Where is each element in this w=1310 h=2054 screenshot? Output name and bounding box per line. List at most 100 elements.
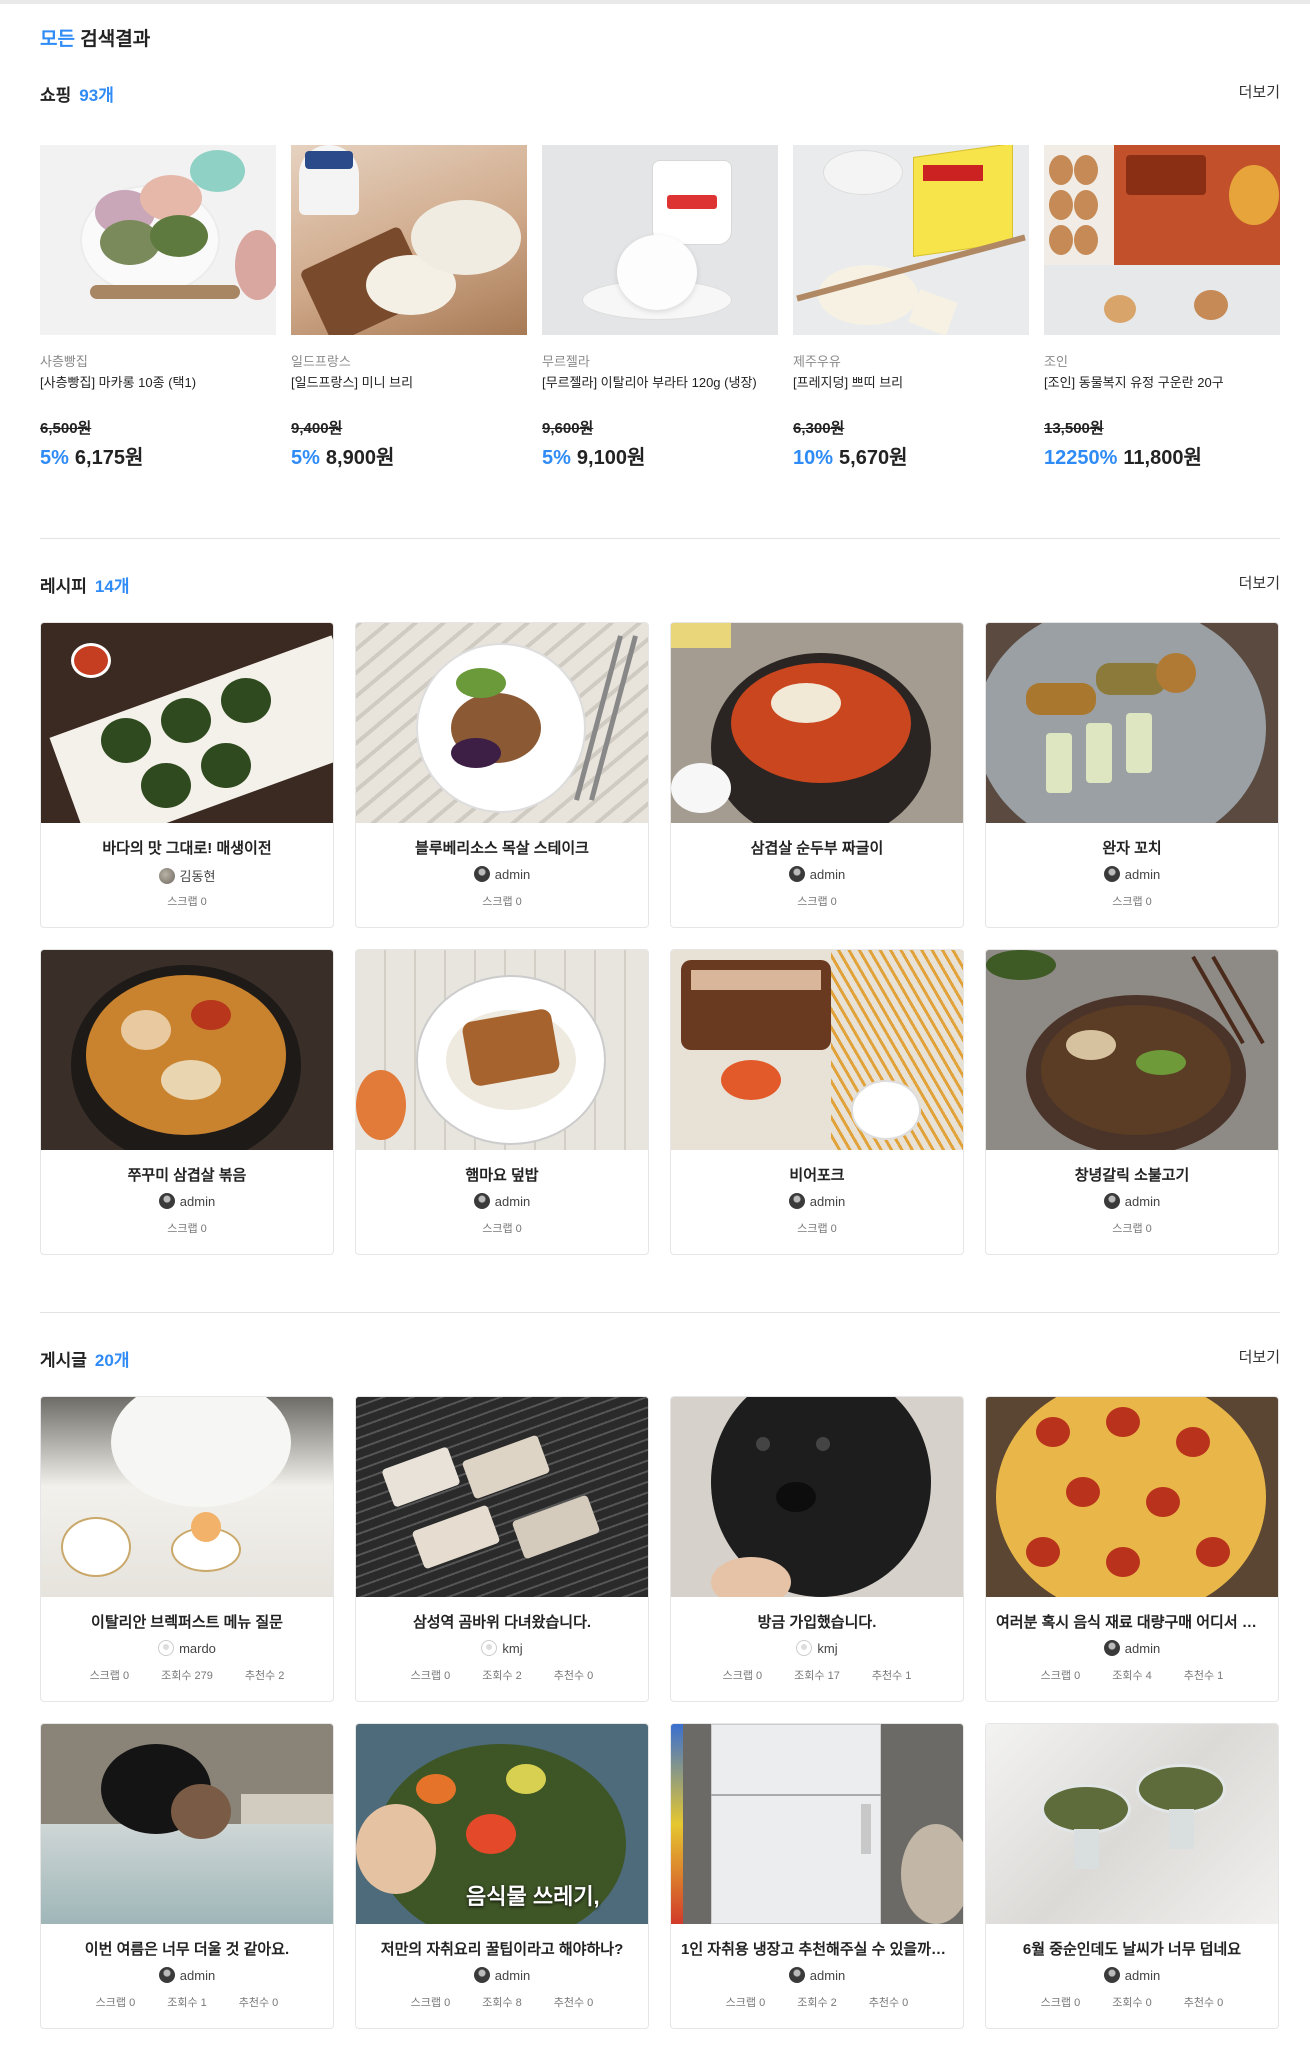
- post-title[interactable]: 방금 가입했습니다.: [681, 1611, 953, 1632]
- post-card[interactable]: 이탈리안 브렉퍼스트 메뉴 질문 mardo 스크랩 0 조회수 279 추천수 2: [40, 1396, 334, 1702]
- post-card[interactable]: 방금 가입했습니다. kmj 스크랩 0 조회수 17 추천수 1: [670, 1396, 964, 1702]
- scrap-count: 스크랩 0: [1112, 896, 1152, 908]
- post-title[interactable]: 6월 중순인데도 날씨가 너무 덥네요: [996, 1938, 1268, 1959]
- author-name: admin: [1124, 866, 1161, 882]
- product-card[interactable]: 무르젤라 [무르젤라] 이탈리아 부라타 120g (냉장) 9,600원 5%…: [542, 145, 778, 475]
- product-card[interactable]: 제주우유 [프레지덩] 쁘띠 브리 6,300원 10% 5,670원: [793, 145, 1029, 475]
- recipe-card[interactable]: 햄마요 덮밥 admin 스크랩 0: [355, 949, 649, 1255]
- product-name[interactable]: [무르젤라] 이탈리아 부라타 120g (냉장): [542, 372, 778, 391]
- post-title[interactable]: 삼성역 곰바위 다녀왔습니다.: [366, 1611, 638, 1632]
- product-name[interactable]: [사층빵집] 마카롱 10종 (택1): [40, 372, 276, 391]
- scrap-count: 스크랩 0: [725, 1997, 766, 2009]
- recipe-title[interactable]: 햄마요 덮밥: [366, 1164, 638, 1185]
- post-card[interactable]: 이번 여름은 너무 더울 것 같아요. admin 스크랩 0 조회수 1 추천수 …: [40, 1723, 334, 2029]
- like-count: 추천수 1: [1183, 1670, 1224, 1682]
- sale-price: 11,800원: [1123, 447, 1202, 469]
- product-card[interactable]: 일드프랑스 [일드프랑스] 미니 브리 9,400원 5% 8,900원: [291, 145, 527, 475]
- post-card[interactable]: 음식물 쓰레기, 저만의 자취요리 꿀팁이라고 해야하나? admin 스크랩 …: [355, 1723, 649, 2029]
- post-card[interactable]: 6월 중순인데도 날씨가 너무 덥네요 admin 스크랩 0 조회수 0 추천수 …: [985, 1723, 1279, 2029]
- product-price-line: 10% 5,670원: [793, 441, 907, 470]
- scrap-count: 스크랩 0: [1112, 1223, 1152, 1235]
- recipe-title[interactable]: 삼겹살 순두부 짜글이: [681, 837, 953, 858]
- view-count: 조회수 2: [797, 1997, 837, 2009]
- recipe-card[interactable]: 완자 꼬치 admin 스크랩 0: [985, 622, 1279, 928]
- product-image: [291, 145, 527, 335]
- discount-rate: 10%: [793, 447, 834, 469]
- avatar: [158, 1640, 175, 1656]
- post-image: [41, 1724, 333, 1924]
- scrap-count: 스크랩 0: [410, 1997, 451, 2009]
- recipe-title[interactable]: 쭈꾸미 삼겹살 볶음: [51, 1164, 323, 1185]
- post-image: [356, 1397, 648, 1597]
- author-name: admin: [494, 1193, 531, 1209]
- post-image: [41, 1397, 333, 1597]
- avatar: [788, 1193, 805, 1209]
- post-more-link[interactable]: 더보기: [1239, 1346, 1280, 1367]
- post-title[interactable]: 이탈리안 브렉퍼스트 메뉴 질문: [51, 1611, 323, 1632]
- post-stats: 스크랩 0 조회수 279 추천수 2: [41, 1667, 333, 1683]
- post-title[interactable]: 이번 여름은 너무 더울 것 같아요.: [51, 1938, 323, 1959]
- recipe-card[interactable]: 삼겹살 순두부 짜글이 admin 스크랩 0: [670, 622, 964, 928]
- recipe-card[interactable]: 바다의 맛 그대로! 매생이전 김동현 스크랩 0: [40, 622, 334, 928]
- author-name: admin: [179, 1967, 216, 1983]
- recipe-title[interactable]: 창녕갈릭 소불고기: [996, 1164, 1268, 1185]
- post-title[interactable]: 1인 자취용 냉장고 추천해주실 수 있을까요?: [681, 1938, 953, 1959]
- author-name: admin: [1124, 1193, 1161, 1209]
- product-price-line: 5% 8,900원: [291, 441, 394, 470]
- product-name[interactable]: [조인] 동물복지 유정 구운란 20구: [1044, 372, 1280, 391]
- post-card[interactable]: 삼성역 곰바위 다녀왔습니다. kmj 스크랩 0 조회수 2 추천수 0: [355, 1396, 649, 1702]
- recipe-title[interactable]: 완자 꼬치: [996, 837, 1268, 858]
- recipe-card[interactable]: 비어포크 admin 스크랩 0: [670, 949, 964, 1255]
- recipe-author: admin: [356, 1193, 648, 1209]
- product-brand: 조인: [1044, 354, 1068, 369]
- avatar: [788, 1967, 805, 1983]
- recipe-author: admin: [356, 866, 648, 882]
- discount-rate: 5%: [542, 447, 571, 469]
- recipe-author: admin: [671, 1193, 963, 1209]
- scrap-count: 스크랩 0: [797, 896, 837, 908]
- post-card[interactable]: 1인 자취용 냉장고 추천해주실 수 있을까요? admin 스크랩 0 조회수 …: [670, 1723, 964, 2029]
- shopping-section-header: 쇼핑 93개 더보기: [40, 81, 1280, 111]
- recipe-title[interactable]: 비어포크: [681, 1164, 953, 1185]
- scrap-count: 스크랩 0: [797, 1223, 837, 1235]
- product-card[interactable]: 조인 [조인] 동물복지 유정 구운란 20구 13,500원 12250% 11…: [1044, 145, 1280, 475]
- recipe-more-link[interactable]: 더보기: [1239, 572, 1280, 593]
- product-original-price: 6,500원: [40, 420, 92, 437]
- shopping-more-link[interactable]: 더보기: [1239, 81, 1280, 102]
- post-card[interactable]: 여러분 혹시 음식 재료 대량구매 어디서 하... admin 스크랩 0 조회…: [985, 1396, 1279, 1702]
- scrap-count: 스크랩 0: [167, 1223, 207, 1235]
- product-original-price: 13,500원: [1044, 420, 1104, 437]
- avatar: [481, 1640, 498, 1656]
- recipe-card[interactable]: 쭈꾸미 삼겹살 볶음 admin 스크랩 0: [40, 949, 334, 1255]
- recipe-title[interactable]: 바다의 맛 그대로! 매생이전: [51, 837, 323, 858]
- recipe-image: [671, 950, 963, 1150]
- recipe-title[interactable]: 블루베리소스 목살 스테이크: [366, 837, 638, 858]
- recipe-card[interactable]: 블루베리소스 목살 스테이크 admin 스크랩 0: [355, 622, 649, 928]
- scrap-count: 스크랩 0: [1040, 1670, 1081, 1682]
- product-brand: 사층빵집: [40, 354, 88, 369]
- post-author: admin: [356, 1967, 648, 1983]
- product-brand: 무르젤라: [542, 354, 590, 369]
- author-name: admin: [1124, 1640, 1161, 1656]
- product-original-price: 9,600원: [542, 420, 594, 437]
- post-title[interactable]: 여러분 혹시 음식 재료 대량구매 어디서 하...: [996, 1611, 1268, 1632]
- like-count: 추천수 2: [244, 1670, 285, 1682]
- recipe-section-title: 레시피 14개: [40, 572, 129, 597]
- recipe-card[interactable]: 창녕갈릭 소불고기 admin 스크랩 0: [985, 949, 1279, 1255]
- product-card[interactable]: 사층빵집 [사층빵집] 마카롱 10종 (택1) 6,500원 5% 6,175원: [40, 145, 276, 475]
- discount-rate: 12250%: [1044, 447, 1118, 469]
- recipe-stats: 스크랩 0: [41, 893, 333, 909]
- author-name: kmj: [817, 1640, 838, 1656]
- page-title-rest: 검색결과: [80, 29, 151, 50]
- author-name: mardo: [179, 1640, 216, 1656]
- product-name[interactable]: [프레지덩] 쁘띠 브리: [793, 372, 1029, 391]
- scrap-count: 스크랩 0: [89, 1670, 130, 1682]
- author-name: admin: [809, 866, 846, 882]
- post-stats: 스크랩 0 조회수 1 추천수 0: [41, 1994, 333, 2010]
- recipe-stats: 스크랩 0: [986, 893, 1278, 909]
- view-count: 조회수 8: [482, 1997, 522, 2009]
- author-name: 김동현: [179, 869, 216, 884]
- post-title[interactable]: 저만의 자취요리 꿀팁이라고 해야하나?: [366, 1938, 638, 1959]
- avatar: [1103, 1967, 1120, 1983]
- product-name[interactable]: [일드프랑스] 미니 브리: [291, 372, 527, 391]
